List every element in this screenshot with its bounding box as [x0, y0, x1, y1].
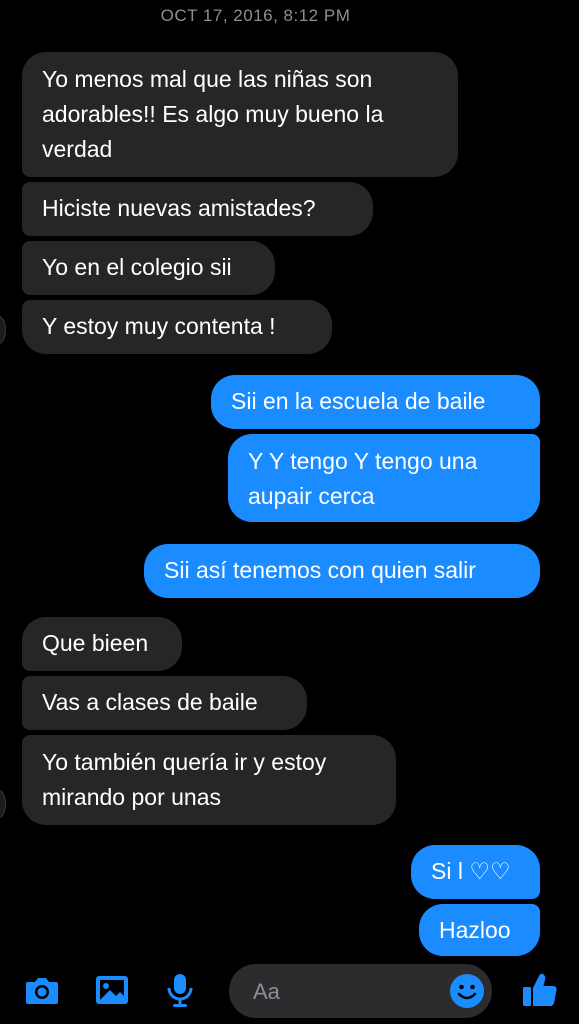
incoming-message[interactable]: Yo en el colegio sii — [22, 241, 275, 295]
sender-avatar[interactable] — [0, 316, 6, 344]
thumbs-up-icon[interactable] — [520, 970, 560, 1010]
outgoing-message[interactable]: Sii en la escuela de baile — [211, 375, 540, 429]
message-toolbar — [0, 956, 579, 1024]
microphone-icon[interactable] — [160, 970, 200, 1010]
incoming-message[interactable]: Hiciste nuevas amistades? — [22, 182, 373, 236]
outgoing-message[interactable]: Sii así tenemos con quien salir — [144, 544, 540, 598]
message-input[interactable] — [251, 973, 445, 1011]
outgoing-message[interactable]: Y Y tengo Y tengo una aupair cerca — [228, 434, 540, 522]
sender-avatar[interactable] — [0, 790, 6, 818]
incoming-message[interactable]: Vas a clases de baile — [22, 676, 307, 730]
outgoing-message[interactable]: Hazloo — [419, 904, 540, 956]
incoming-message[interactable]: Y estoy muy contenta ! — [22, 300, 332, 354]
message-composer[interactable] — [229, 964, 492, 1018]
outgoing-message[interactable]: Si l ♡♡ — [411, 845, 540, 899]
camera-icon[interactable] — [22, 970, 62, 1010]
timestamp: OCT 17, 2016, 8:12 PM — [160, 6, 351, 25]
emoji-icon[interactable] — [449, 973, 485, 1009]
incoming-message[interactable]: Yo menos mal que las niñas son adorables… — [22, 52, 458, 177]
incoming-message[interactable]: Yo también quería ir y estoy mirando por… — [22, 735, 396, 825]
photo-icon[interactable] — [92, 970, 132, 1010]
incoming-message[interactable]: Que bieen — [22, 617, 182, 671]
